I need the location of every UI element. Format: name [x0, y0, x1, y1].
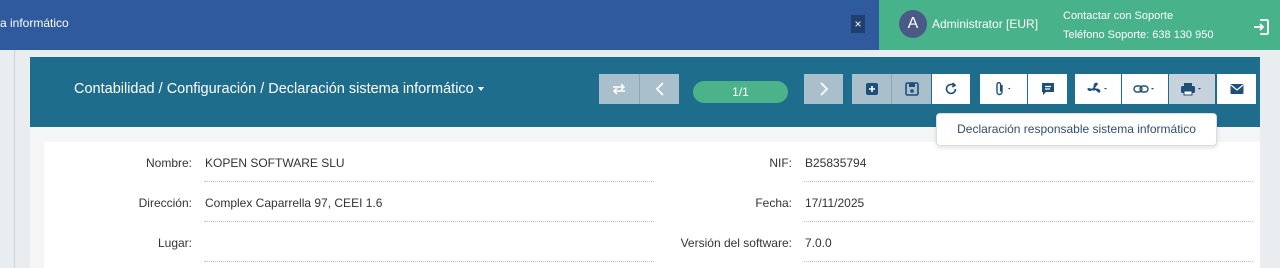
link-icon — [1133, 85, 1154, 93]
direccion-underline — [204, 221, 654, 222]
side-rail — [14, 50, 15, 268]
print-button[interactable] — [1169, 74, 1215, 104]
link-button[interactable] — [1122, 74, 1168, 104]
plus-square-icon — [865, 83, 878, 95]
lugar-underline — [204, 261, 654, 262]
user-name[interactable]: Administrator [EUR] — [932, 17, 1038, 31]
refresh-button[interactable] — [932, 74, 970, 104]
nif-label: NIF: — [769, 156, 792, 170]
nif-underline — [804, 181, 1253, 182]
breadcrumb-text: Contabilidad / Configuración / Declaraci… — [74, 81, 474, 97]
envelope-icon — [1230, 84, 1243, 94]
version-label: Versión del software: — [680, 236, 792, 250]
comment-button[interactable] — [1028, 74, 1067, 104]
direccion-label: Dirección: — [138, 196, 192, 210]
pager: 1/1 — [693, 81, 788, 103]
actions-button[interactable] — [1075, 74, 1121, 104]
notification-text: a informático — [0, 16, 69, 30]
tooltip: Declaración responsable sistema informát… — [936, 113, 1217, 146]
chevron-left-icon — [655, 82, 664, 96]
attach-button[interactable] — [980, 74, 1027, 104]
notification-bar: a informático × — [0, 0, 879, 50]
fan-icon — [1087, 82, 1107, 93]
new-button[interactable] — [852, 74, 891, 104]
save-icon — [904, 82, 919, 96]
swap-icon — [612, 83, 626, 95]
comment-icon — [1041, 83, 1054, 95]
top-bar: a informático × A Administrator [EUR] Co… — [0, 0, 1280, 50]
email-button[interactable] — [1217, 74, 1256, 104]
close-notification-button[interactable]: × — [851, 15, 865, 33]
nif-value[interactable]: B25835794 — [805, 156, 866, 170]
prev-record-button[interactable] — [640, 74, 679, 104]
nombre-underline — [204, 181, 654, 182]
breadcrumb[interactable]: Contabilidad / Configuración / Declaraci… — [74, 81, 484, 97]
nombre-label: Nombre: — [145, 156, 192, 170]
save-button[interactable] — [892, 74, 931, 104]
avatar[interactable]: A — [899, 10, 927, 38]
support-title: Contactar con Soporte — [1063, 10, 1174, 22]
support-info: Contactar con Soporte Teléfono Soporte: … — [1063, 7, 1213, 45]
fecha-underline — [804, 221, 1253, 222]
logout-icon[interactable] — [1252, 18, 1270, 36]
lugar-label: Lugar: — [157, 236, 192, 250]
direccion-value[interactable]: Complex Caparrella 97, CEEI 1.6 — [205, 196, 382, 210]
fecha-value[interactable]: 17/11/2025 — [805, 196, 864, 210]
next-record-button[interactable] — [804, 74, 843, 104]
nombre-value[interactable]: KOPEN SOFTWARE SLU — [205, 156, 345, 170]
swap-button[interactable] — [599, 74, 639, 104]
refresh-icon — [945, 82, 957, 95]
print-icon — [1181, 83, 1201, 96]
version-underline — [804, 261, 1253, 262]
fecha-label: Fecha: — [755, 196, 792, 210]
paperclip-icon — [995, 82, 1010, 96]
version-value[interactable]: 7.0.0 — [805, 236, 832, 250]
support-phone: Teléfono Soporte: 638 130 950 — [1063, 29, 1214, 41]
chevron-right-icon — [819, 82, 828, 96]
chevron-down-icon — [477, 87, 484, 92]
